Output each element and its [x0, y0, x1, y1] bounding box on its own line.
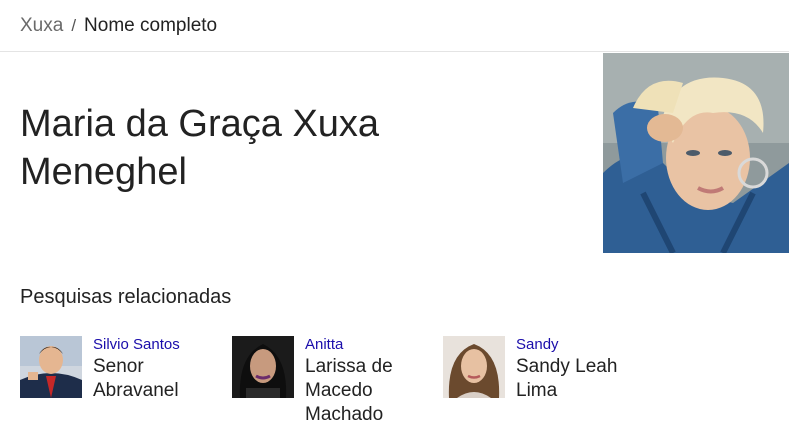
xuxa-photo[interactable] — [603, 53, 789, 253]
name-line: Larissa de — [305, 356, 393, 377]
related-alias[interactable]: Sandy — [516, 336, 559, 354]
name-line: Senor — [93, 356, 144, 377]
related-alias[interactable]: Anitta — [305, 336, 343, 354]
sandy-image — [443, 336, 505, 398]
answer-line-2: Meneghel — [20, 151, 187, 193]
related-alias[interactable]: Silvio Santos — [93, 336, 180, 354]
anitta-image — [232, 336, 294, 398]
breadcrumb-link-xuxa[interactable]: Xuxa — [20, 15, 63, 37]
xuxa-portrait-image — [603, 53, 789, 253]
silvio-santos-thumbnail[interactable] — [20, 336, 82, 398]
related-full-name: Sandy Leah Lima — [516, 355, 617, 403]
related-card-anitta[interactable]: Anitta Larissa de Macedo Machado — [232, 336, 422, 436]
name-line: Macedo — [305, 380, 373, 401]
sandy-thumbnail[interactable] — [443, 336, 505, 398]
name-line: Abravanel — [93, 380, 179, 401]
answer-line-1: Maria da Graça Xuxa — [20, 103, 380, 145]
name-line: Sandy Leah — [516, 356, 618, 377]
breadcrumb-separator: / — [71, 15, 77, 35]
breadcrumb: Xuxa / Nome completo — [0, 0, 789, 52]
related-full-name: Larissa de Macedo Machado — [305, 355, 393, 427]
name-line: Lima — [516, 380, 558, 401]
silvio-santos-image — [20, 336, 82, 398]
breadcrumb-current: Nome completo — [84, 14, 218, 36]
related-card-silvio-santos[interactable]: Silvio Santos Senor Abravanel — [20, 336, 210, 436]
name-line: Machado — [305, 404, 384, 425]
answer-full-name: Maria da Graça Xuxa Meneghel — [20, 100, 580, 196]
related-searches-title: Pesquisas relacionadas — [20, 286, 232, 308]
related-full-name: Senor Abravanel — [93, 355, 179, 403]
related-card-sandy[interactable]: Sandy Sandy Leah Lima — [443, 336, 643, 436]
anitta-thumbnail[interactable] — [232, 336, 294, 398]
